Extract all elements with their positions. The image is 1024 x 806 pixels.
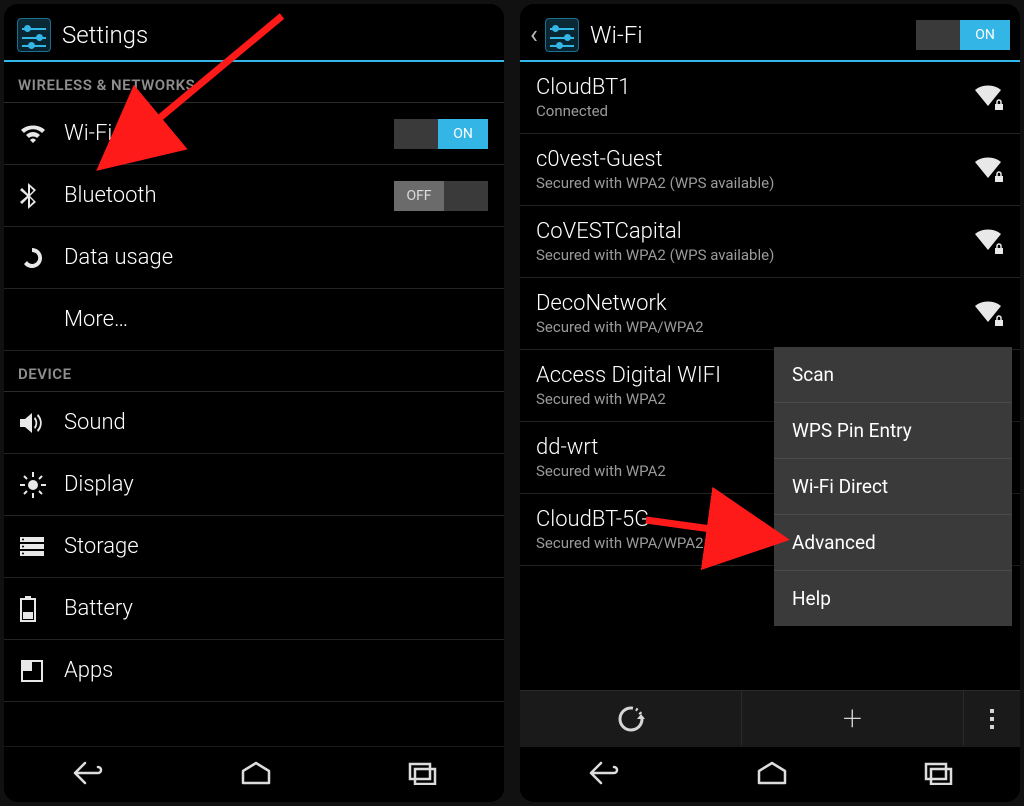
row-storage[interactable]: Storage (4, 516, 504, 578)
sliders-icon (545, 18, 579, 52)
menu-wifi-direct[interactable]: Wi-Fi Direct (774, 459, 1012, 515)
wifi-signal-icon (960, 229, 1004, 255)
bluetooth-icon (20, 183, 64, 209)
wifi-network-row[interactable]: c0vest-Guest Secured with WPA2 (WPS avail… (520, 134, 1020, 206)
bluetooth-toggle[interactable]: OFF (394, 181, 488, 211)
wifi-network-row[interactable]: CoVESTCapital Secured with WPA2 (WPS avai… (520, 206, 1020, 278)
nav-bar (4, 746, 504, 802)
nav-back-button[interactable] (587, 759, 621, 791)
toggle-off-thumb: OFF (394, 181, 444, 211)
section-device: DEVICE (4, 351, 504, 391)
row-bluetooth-label: Bluetooth (64, 183, 394, 208)
wifi-network-status: Secured with WPA2 (WPS available) (536, 246, 960, 264)
row-display-label: Display (64, 472, 488, 497)
wifi-signal-icon (960, 301, 1004, 327)
row-battery-label: Battery (64, 596, 488, 621)
wifi-icon (20, 124, 64, 144)
row-bluetooth[interactable]: Bluetooth OFF (4, 165, 504, 227)
row-data-usage[interactable]: Data usage (4, 227, 504, 289)
actionbar-settings: Settings (4, 10, 504, 62)
nav-recent-button[interactable] (407, 761, 437, 789)
wifi-network-list: CloudBT1 Connected c0vest-Guest Secured wit… (520, 62, 1020, 690)
wifi-network-name: CoVESTCapital (536, 219, 960, 244)
wifi-signal-icon (960, 85, 1004, 111)
storage-icon (20, 537, 64, 557)
menu-scan[interactable]: Scan (774, 347, 1012, 403)
wifi-toggle[interactable]: ON (394, 119, 488, 149)
wifi-network-status: Secured with WPA/WPA2 (536, 318, 960, 336)
sound-icon (20, 412, 64, 434)
row-apps-label: Apps (64, 658, 488, 683)
menu-help[interactable]: Help (774, 571, 1012, 626)
wps-push-button[interactable] (520, 691, 742, 746)
wifi-network-name: CloudBT1 (536, 75, 960, 100)
phone-wifi: ‹ Wi-Fi ON CloudBT1 Connected c0vest-Guest… (520, 4, 1020, 802)
row-more[interactable]: More… (4, 289, 504, 351)
nav-back-button[interactable] (71, 759, 105, 791)
row-wifi[interactable]: Wi-Fi ON (4, 103, 504, 165)
wifi-network-status: Secured with WPA2 (WPS available) (536, 174, 960, 192)
data-usage-icon (20, 246, 64, 270)
row-data-usage-label: Data usage (64, 245, 488, 270)
wifi-network-name: c0vest-Guest (536, 147, 960, 172)
section-wireless-networks: WIRELESS & NETWORKS (4, 62, 504, 102)
row-storage-label: Storage (64, 534, 488, 559)
toggle-on-thumb: ON (438, 119, 488, 149)
wifi-network-status: Connected (536, 102, 960, 120)
nav-recent-button[interactable] (923, 761, 953, 789)
row-display[interactable]: Display (4, 454, 504, 516)
row-sound-label: Sound (64, 410, 488, 435)
row-sound[interactable]: Sound (4, 392, 504, 454)
wifi-action-toolbar: + (520, 690, 1020, 746)
page-title: Settings (62, 21, 494, 49)
overflow-button[interactable] (964, 691, 1020, 746)
page-title: Wi-Fi (590, 21, 916, 49)
menu-wps-pin-entry[interactable]: WPS Pin Entry (774, 403, 1012, 459)
menu-advanced[interactable]: Advanced (774, 515, 1012, 571)
wifi-network-row[interactable]: CloudBT1 Connected (520, 62, 1020, 134)
battery-icon (20, 596, 64, 622)
phone-settings: Settings WIRELESS & NETWORKS Wi-Fi ON Bl… (4, 4, 504, 802)
add-network-button[interactable]: + (742, 691, 964, 746)
actionbar-wifi: ‹ Wi-Fi ON (520, 10, 1020, 62)
wifi-network-name: DecoNetwork (536, 291, 960, 316)
wifi-network-row[interactable]: DecoNetwork Secured with WPA/WPA2 (520, 278, 1020, 350)
apps-icon (20, 659, 64, 683)
toggle-on-thumb: ON (960, 20, 1010, 50)
nav-bar (520, 746, 1020, 802)
row-wifi-label: Wi-Fi (64, 121, 394, 146)
settings-app-icon (14, 18, 54, 52)
display-icon (20, 472, 64, 498)
row-more-label: More… (64, 307, 488, 332)
sliders-icon (17, 18, 51, 52)
nav-home-button[interactable] (239, 761, 273, 789)
overflow-menu: Scan WPS Pin Entry Wi-Fi Direct Advanced… (774, 347, 1012, 626)
wifi-master-toggle[interactable]: ON (916, 20, 1010, 50)
row-apps[interactable]: Apps (4, 640, 504, 702)
settings-list: WIRELESS & NETWORKS Wi-Fi ON Bluetooth O… (4, 62, 504, 746)
settings-app-icon[interactable] (542, 18, 582, 52)
row-battery[interactable]: Battery (4, 578, 504, 640)
nav-home-button[interactable] (755, 761, 789, 789)
wifi-signal-icon (960, 157, 1004, 183)
